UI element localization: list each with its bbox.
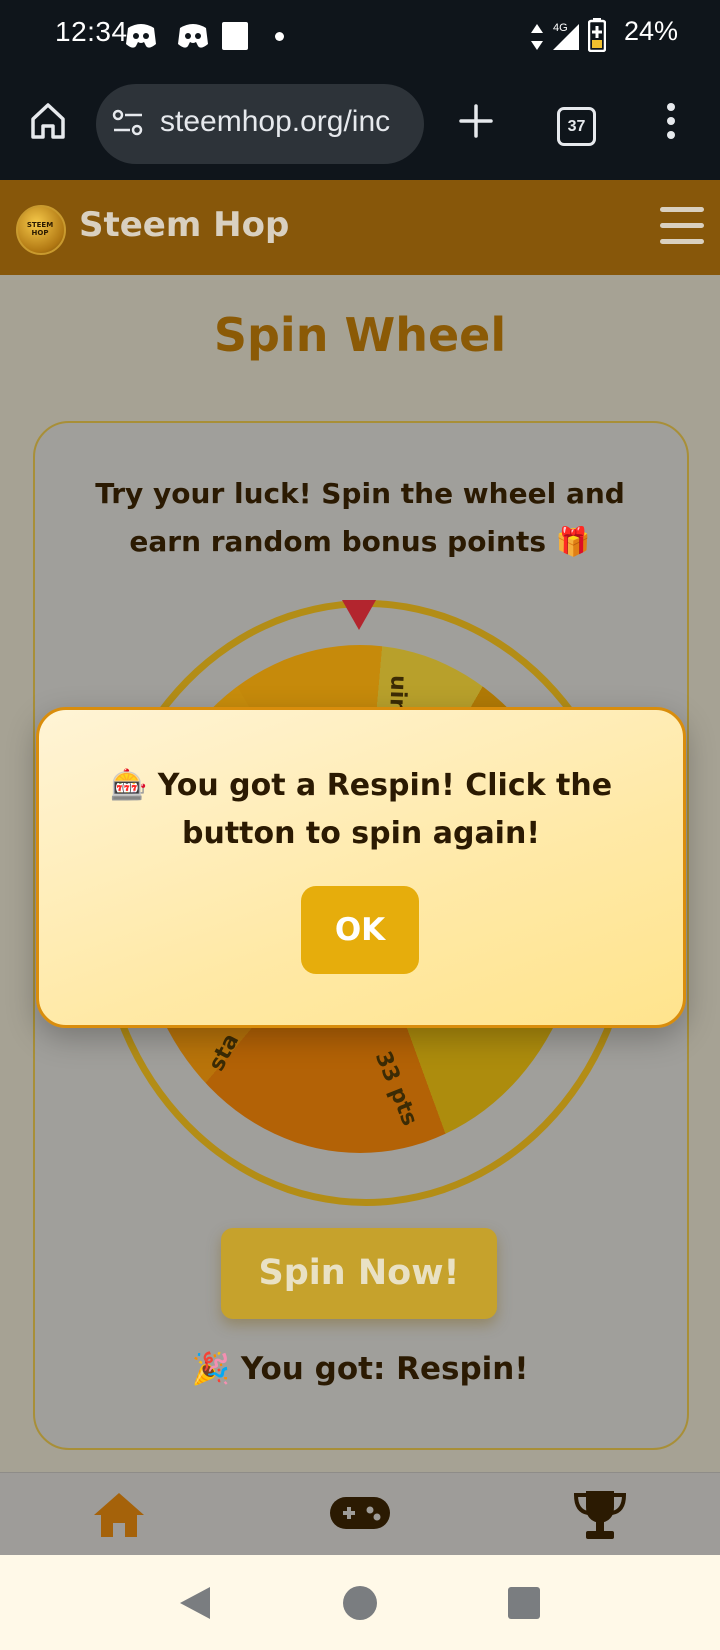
battery-charging-icon [588, 18, 606, 52]
hamburger-menu-icon[interactable] [660, 207, 704, 245]
intro-text: Try your luck! Spin the wheel and earn r… [95, 477, 625, 558]
home-circle-icon[interactable] [343, 1586, 377, 1620]
site-brand-name[interactable]: Steem Hop [79, 205, 289, 245]
wheel-pointer-icon [342, 600, 376, 630]
logo-wordmark: STEEM HOP [26, 221, 54, 237]
new-tab-icon[interactable] [459, 104, 493, 138]
site-settings-icon[interactable] [112, 108, 144, 138]
url-text[interactable]: steemhop.org/inc [160, 105, 390, 139]
spin-now-button[interactable]: Spin Now! [221, 1228, 497, 1319]
recents-square-icon[interactable] [508, 1587, 540, 1619]
trophy-icon[interactable] [572, 1489, 628, 1541]
more-notifications-dot-icon [275, 32, 284, 41]
status-time: 12:34 [55, 16, 128, 47]
gamepad-icon[interactable] [330, 1495, 390, 1531]
bottom-nav [0, 1472, 720, 1556]
address-bar[interactable]: steemhop.org/inc [96, 84, 424, 164]
page-title: Spin Wheel [213, 308, 507, 362]
browser-toolbar: steemhop.org/inc [0, 72, 720, 180]
ok-button[interactable]: OK [301, 886, 419, 974]
tab-switcher-button[interactable]: 37 [557, 107, 596, 146]
notification-square-icon [222, 22, 248, 50]
data-arrows-icon [531, 24, 543, 50]
spin-result-text: 🎉 You got: Respin! [191, 1351, 529, 1387]
system-navigation-bar [0, 1555, 720, 1650]
discord-icon [126, 24, 156, 48]
overflow-menu-icon[interactable] [665, 102, 677, 140]
status-bar: 12:34 4G 24% [0, 0, 720, 72]
respin-dialog: 🎰 You got a Respin! Click the button to … [36, 707, 686, 1028]
discord-icon [178, 24, 208, 48]
back-icon[interactable] [178, 1585, 212, 1621]
dialog-message: 🎰 You got a Respin! Click the button to … [109, 768, 613, 851]
home-icon[interactable] [30, 102, 66, 140]
signal-icon [553, 24, 579, 50]
battery-percentage: 24% [623, 16, 678, 46]
home-icon[interactable] [92, 1491, 146, 1539]
